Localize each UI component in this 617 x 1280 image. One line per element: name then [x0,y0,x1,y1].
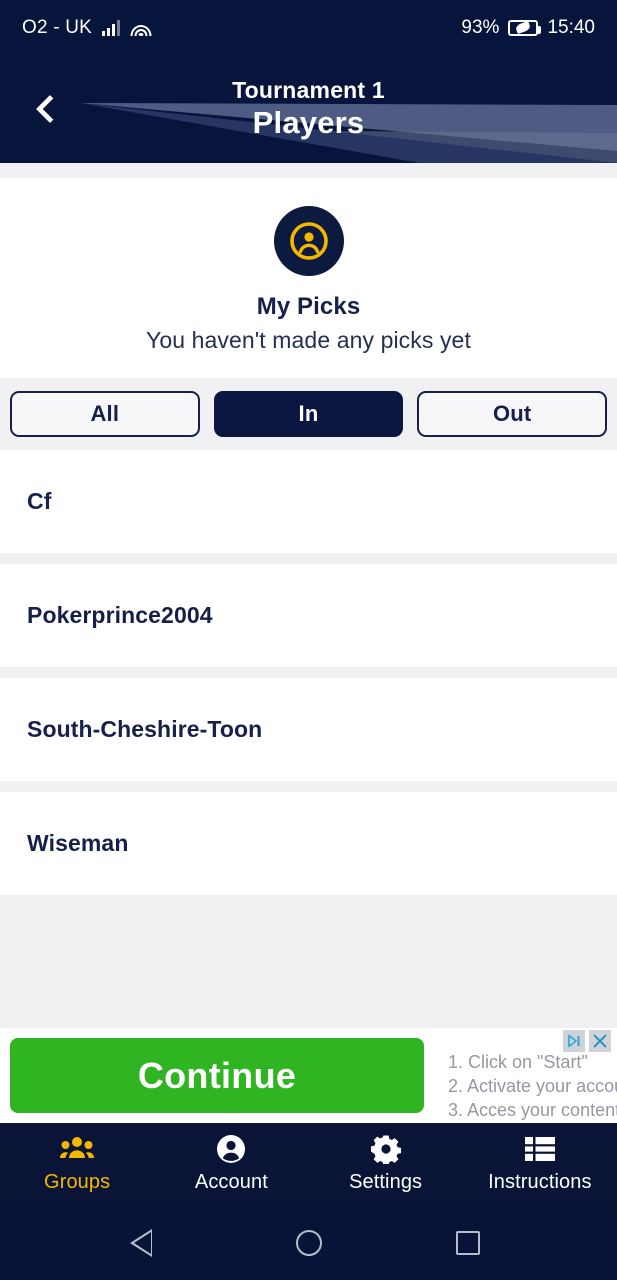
my-picks-title: My Picks [256,293,361,320]
back-button[interactable] [26,85,74,133]
nav-label-instructions: Instructions [488,1171,592,1193]
list-separator [0,667,617,678]
people-group-icon [60,1134,95,1164]
people-group-glyph [60,1137,95,1158]
list-separator [0,781,617,792]
android-back-icon[interactable] [127,1220,173,1266]
status-bar-right: 93% 15:40 [461,17,595,39]
status-bar-left: O2 - UK [22,17,152,39]
filter-tab-out[interactable]: Out [417,391,608,437]
header-titles: Tournament 1 Players [0,55,617,163]
nav-item-settings[interactable]: Settings [309,1123,463,1205]
list-separator [0,895,617,906]
list-glyph [524,1137,555,1161]
nav-item-instructions[interactable]: Instructions [463,1123,617,1205]
avatar-glyph [289,222,328,260]
ad-controls [563,1030,611,1052]
nav-label-settings: Settings [349,1171,423,1193]
clock-label: 15:40 [547,16,595,38]
filter-tabs: All In Out [0,378,617,450]
android-home-glyph [295,1229,322,1256]
android-recents-glyph [455,1230,480,1255]
ad-step-2: 2. Activate your account [448,1076,617,1096]
gear-glyph [370,1135,401,1164]
battery-icon [508,19,542,36]
list-item[interactable]: Wiseman [0,792,617,895]
ad-banner[interactable]: Continue 1. Click on "Start" 2. Activate… [0,1028,617,1123]
list-item[interactable]: Pokerprince2004 [0,564,617,667]
list-separator [0,553,617,564]
battery-percent-label: 93% [461,16,500,38]
person-circle-icon [216,1134,246,1164]
adchoices-glyph [568,1034,580,1048]
carrier-label: O2 - UK [22,16,93,38]
my-picks-subtitle: You haven't made any picks yet [146,327,471,353]
page-title: Players [252,104,365,140]
list-item[interactable]: Cf [0,450,617,553]
ad-steps-text: 1. Click on "Start" 2. Activate your acc… [448,1050,617,1122]
close-glyph [593,1034,607,1048]
app-header: Tournament 1 Players [0,55,617,163]
android-recents-icon[interactable] [445,1220,491,1266]
person-circle-glyph [217,1135,246,1163]
player-name: Cf [27,488,52,514]
header-subtitle: Tournament 1 [232,77,385,104]
list-item[interactable]: South-Cheshire-Toon [0,678,617,781]
wifi-icon [130,19,152,36]
ad-continue-button[interactable]: Continue [10,1038,424,1113]
list-icon [524,1134,555,1164]
close-icon[interactable] [589,1030,611,1052]
status-bar: O2 - UK 93% 15:40 [0,0,617,55]
gear-icon [370,1134,401,1164]
ad-url-label: cloudvaulto.com [492,1121,615,1123]
filter-tab-all[interactable]: All [10,391,200,437]
adchoices-icon[interactable] [563,1030,585,1052]
back-chevron-icon [35,94,65,124]
filter-tab-in[interactable]: In [213,391,404,437]
ad-step-3: 3. Acces your content [448,1100,617,1120]
nav-label-groups: Groups [44,1171,111,1193]
header-divider [0,163,617,178]
user-avatar-icon [273,206,344,276]
phone-screen: O2 - UK 93% 15:40 Tournament 1 Players M… [0,0,617,1280]
android-home-icon[interactable] [286,1220,332,1266]
ad-step-1: 1. Click on "Start" [448,1052,588,1072]
bottom-nav: Groups Account Settings Instructions [0,1123,617,1205]
nav-label-account: Account [194,1171,268,1193]
player-name: South-Cheshire-Toon [27,716,263,742]
player-name: Pokerprince2004 [27,602,213,628]
nav-item-account[interactable]: Account [154,1123,308,1205]
player-list: Cf Pokerprince2004 South-Cheshire-Toon W… [0,450,617,1028]
android-back-glyph [130,1228,169,1257]
signal-bars-icon [102,19,121,36]
nav-item-groups[interactable]: Groups [0,1123,154,1205]
android-system-nav [0,1205,617,1280]
player-name: Wiseman [27,830,129,856]
my-picks-card: My Picks You haven't made any picks yet [0,178,617,378]
